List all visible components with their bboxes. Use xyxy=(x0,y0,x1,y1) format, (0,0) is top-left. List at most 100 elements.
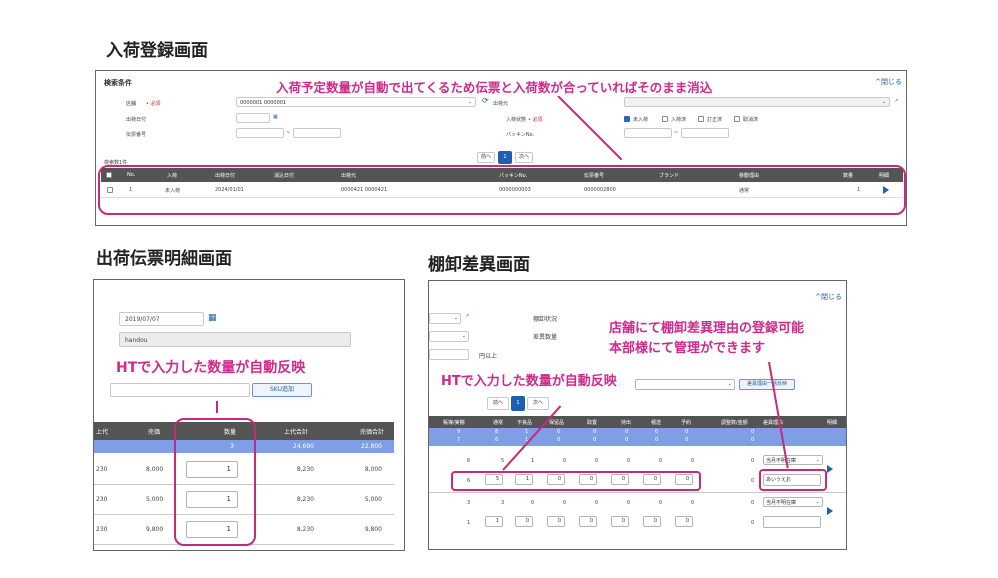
chevron-down-icon: ⌄ xyxy=(815,457,820,463)
ship-date-input[interactable] xyxy=(236,113,270,123)
col-price: 売価 xyxy=(148,429,161,436)
reason-select[interactable]: 当月不明在庫 ⌄ xyxy=(763,497,823,507)
shipping-panel: 2019/07/07 ▦ handou HTで入力した数量が自動反映 SKU追加… xyxy=(93,279,405,551)
table-row[interactable]: 3 3 0 0 0 0 0 0 0 当月不明在庫 ⌄ 1 1 0 0 0 0 0… xyxy=(429,495,846,535)
status-option-2: 訂正済 xyxy=(707,117,723,123)
external-link-icon[interactable]: ↗ xyxy=(894,98,898,104)
sum-cell: 0 xyxy=(557,429,561,435)
supplier-select[interactable]: ⌄ xyxy=(624,97,890,107)
supplier-label: 出荷元 xyxy=(493,101,509,107)
detail-arrow-icon[interactable] xyxy=(827,465,833,473)
packing-no-to[interactable] xyxy=(681,128,729,138)
book-cell: 5 xyxy=(501,458,505,464)
inv-select-2[interactable]: ⌄ xyxy=(429,331,469,342)
book-cell: 0 xyxy=(627,500,631,506)
status-checkbox-3[interactable] xyxy=(734,116,740,122)
packing-no-from[interactable] xyxy=(624,128,672,138)
status-label: 棚卸状況 xyxy=(533,316,558,323)
sum-cell: 0 xyxy=(625,437,629,443)
actual-input[interactable]: 0 xyxy=(675,516,693,527)
row-cost-total: 8,230 xyxy=(296,496,314,503)
detail-arrow-icon[interactable] xyxy=(827,507,833,515)
status-checkbox-2[interactable] xyxy=(698,116,704,122)
pager-prev[interactable]: 前へ xyxy=(477,152,495,163)
arrival-status-label: 入荷状態 xyxy=(506,117,527,123)
actual-input[interactable]: 0 xyxy=(515,516,533,527)
sum-cell: 0 xyxy=(625,429,629,435)
col-adjust: 調整数/金額 xyxy=(721,420,748,426)
reason-text-input[interactable] xyxy=(763,516,821,528)
callout-line xyxy=(216,401,218,413)
row-price-total: 5,000 xyxy=(364,496,382,503)
sku-input[interactable] xyxy=(110,383,250,397)
inv-select-1[interactable]: ⌄ xyxy=(429,313,461,324)
ship-date-label: 出荷日付 xyxy=(126,117,147,123)
calendar-icon[interactable]: ▦ xyxy=(273,114,278,120)
date-input[interactable]: 2019/07/07 xyxy=(119,312,204,326)
summary-cost-total: 24,690 xyxy=(293,443,314,450)
sum-cell: 0 xyxy=(751,429,755,435)
sum-cell: 0 xyxy=(655,429,659,435)
highlight-reason xyxy=(759,469,827,491)
book-cell: 0 xyxy=(659,500,663,506)
reason-select[interactable]: 当月不明在庫 ⌄ xyxy=(763,455,823,465)
status-checkbox-0[interactable] xyxy=(624,116,630,122)
close-link[interactable]: ^閉じる xyxy=(875,77,902,87)
calendar-icon[interactable]: ▦ xyxy=(208,313,217,323)
store-label: 店舗 xyxy=(126,101,137,107)
chevron-down-icon: ⌄ xyxy=(815,499,820,505)
search-conditions-title: 検索条件 xyxy=(104,79,132,87)
diff-qty-input[interactable] xyxy=(429,349,469,360)
actual-input[interactable]: 1 xyxy=(485,516,503,527)
tilde-2: ~ xyxy=(674,130,679,136)
row-cost-total: 8,230 xyxy=(296,466,314,473)
pager-next[interactable]: 次へ xyxy=(527,397,549,410)
slip-no-from[interactable] xyxy=(236,128,284,138)
status-option-1: 入荷済 xyxy=(671,117,687,123)
inventory-callout-1: HTで入力した数量が自動反映 xyxy=(441,370,617,389)
close-link[interactable]: ^閉じる xyxy=(815,292,842,302)
slip-no-label: 伝票番号 xyxy=(126,132,147,138)
sum-cell: 1 xyxy=(525,429,529,435)
sku-add-button[interactable]: SKU追加 xyxy=(252,383,312,397)
row-cost: 230 xyxy=(96,496,108,503)
callout-line xyxy=(557,95,623,161)
actual-input[interactable]: 0 xyxy=(547,516,565,527)
adjust-top: 0 xyxy=(751,500,755,506)
book-cell: 0 xyxy=(595,500,599,506)
col-cost: 上代 xyxy=(96,429,109,436)
book-cell: 0 xyxy=(691,500,695,506)
row-price-total: 8,000 xyxy=(364,466,382,473)
arrival-callout: 入荷予定数量が自動で出てくるため伝票と入荷数が合っていればそのまま消込 xyxy=(276,77,713,96)
book-cell: 0 xyxy=(627,458,631,464)
status-option-3: 取消済 xyxy=(743,117,759,123)
pager-current[interactable]: 1 xyxy=(511,396,525,411)
pager-next[interactable]: 次へ xyxy=(515,152,533,163)
store-select[interactable]: 0000001 0000001 ⌄ xyxy=(236,97,476,107)
above-label: 円以上 xyxy=(479,353,498,360)
sum-cell: 9 xyxy=(457,429,461,435)
bulk-reason-button[interactable]: 差異理由一括反映 xyxy=(739,379,795,390)
callout-2-line2: 本部様にて管理ができます xyxy=(609,341,766,356)
col-book-actual: 帳簿/実棚 xyxy=(443,420,465,426)
highlight-table xyxy=(98,165,906,215)
sum-cell: 8 xyxy=(495,429,499,435)
external-link-icon[interactable]: ↗ xyxy=(465,313,469,319)
actual-input[interactable]: 0 xyxy=(643,516,661,527)
sum-cell: 7 xyxy=(457,437,461,443)
actual-input[interactable]: 0 xyxy=(611,516,629,527)
shipping-callout: HTで入力した数量が自動反映 xyxy=(116,357,306,377)
actual-input[interactable]: 0 xyxy=(579,516,597,527)
sum-cell: 0 xyxy=(685,437,689,443)
row-cost: 230 xyxy=(96,466,108,473)
name-input[interactable]: handou xyxy=(119,332,351,347)
refresh-icon[interactable]: ⟳ xyxy=(482,96,489,105)
col-reserve: 取置 xyxy=(587,420,598,426)
status-checkbox-1[interactable] xyxy=(662,116,668,122)
slip-no-to[interactable] xyxy=(293,128,341,138)
pager-current[interactable]: 1 xyxy=(498,151,512,164)
status-option-0: 未入荷 xyxy=(633,117,649,123)
pager-prev[interactable]: 前へ xyxy=(487,397,509,410)
bulk-reason-select[interactable]: ⌄ xyxy=(635,379,735,390)
book-cell: 3 xyxy=(501,500,505,506)
